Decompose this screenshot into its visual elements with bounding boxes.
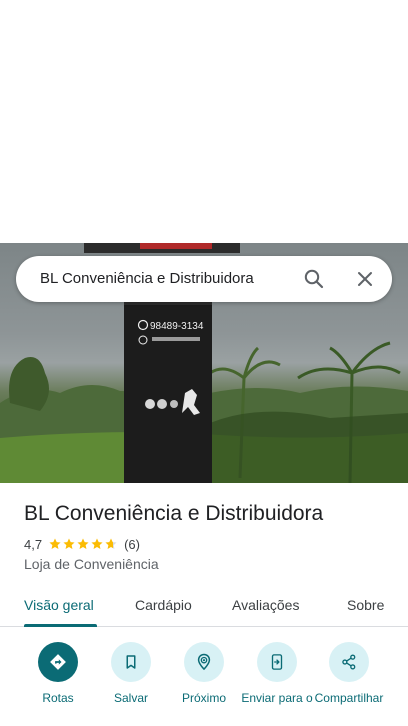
tab-menu[interactable]: Cardápio	[135, 597, 192, 613]
action-row: Rotas Salvar Próximo Enviar para o Compa…	[0, 642, 408, 726]
nearby-label: Próximo	[181, 691, 226, 705]
rating-stars	[48, 537, 118, 551]
star-half-icon	[105, 538, 117, 549]
send-to-phone-label: Enviar para o	[241, 691, 313, 705]
send-to-phone-icon	[257, 642, 297, 682]
tab-overview[interactable]: Visão geral	[24, 597, 94, 613]
place-sheet: BL Conveniência e Distribuidora 4,7 (6) …	[0, 483, 408, 726]
send-to-phone-button[interactable]: Enviar para o	[237, 642, 317, 705]
rating-value: 4,7	[24, 536, 43, 552]
share-button[interactable]: Compartilhar	[309, 642, 389, 705]
save-button[interactable]: Salvar	[91, 642, 171, 705]
place-tabs: Visão geral Cardápio Avaliações Sobre	[0, 587, 408, 627]
save-label: Salvar	[113, 691, 148, 705]
nearby-icon	[184, 642, 224, 682]
search-bar[interactable]: BL Conveniência e Distribuidora	[16, 256, 392, 302]
map-blank-area	[0, 0, 408, 243]
sign-phone-text: 98489-3134	[150, 321, 204, 332]
nearby-button[interactable]: Próximo	[164, 642, 244, 705]
directions-label: Rotas	[42, 691, 74, 705]
star-icon	[91, 538, 103, 549]
share-label: Compartilhar	[314, 691, 384, 705]
directions-icon	[38, 642, 78, 682]
tab-reviews[interactable]: Avaliações	[232, 597, 299, 613]
review-count[interactable]: (6)	[124, 537, 140, 552]
star-icon	[63, 538, 75, 549]
tab-indicator	[24, 624, 97, 627]
star-icon	[49, 538, 61, 549]
rating-row[interactable]: 4,7 (6)	[24, 536, 140, 552]
tab-about[interactable]: Sobre	[347, 597, 384, 613]
bookmark-icon	[111, 642, 151, 682]
directions-button[interactable]: Rotas	[18, 642, 98, 705]
search-input[interactable]: BL Conveniência e Distribuidora	[40, 270, 254, 287]
share-icon	[329, 642, 369, 682]
place-title: BL Conveniência e Distribuidora	[24, 502, 324, 525]
star-icon	[77, 538, 89, 549]
search-icon[interactable]	[302, 267, 326, 291]
place-category: Loja de Conveniência	[24, 556, 159, 572]
close-icon[interactable]	[353, 267, 377, 291]
